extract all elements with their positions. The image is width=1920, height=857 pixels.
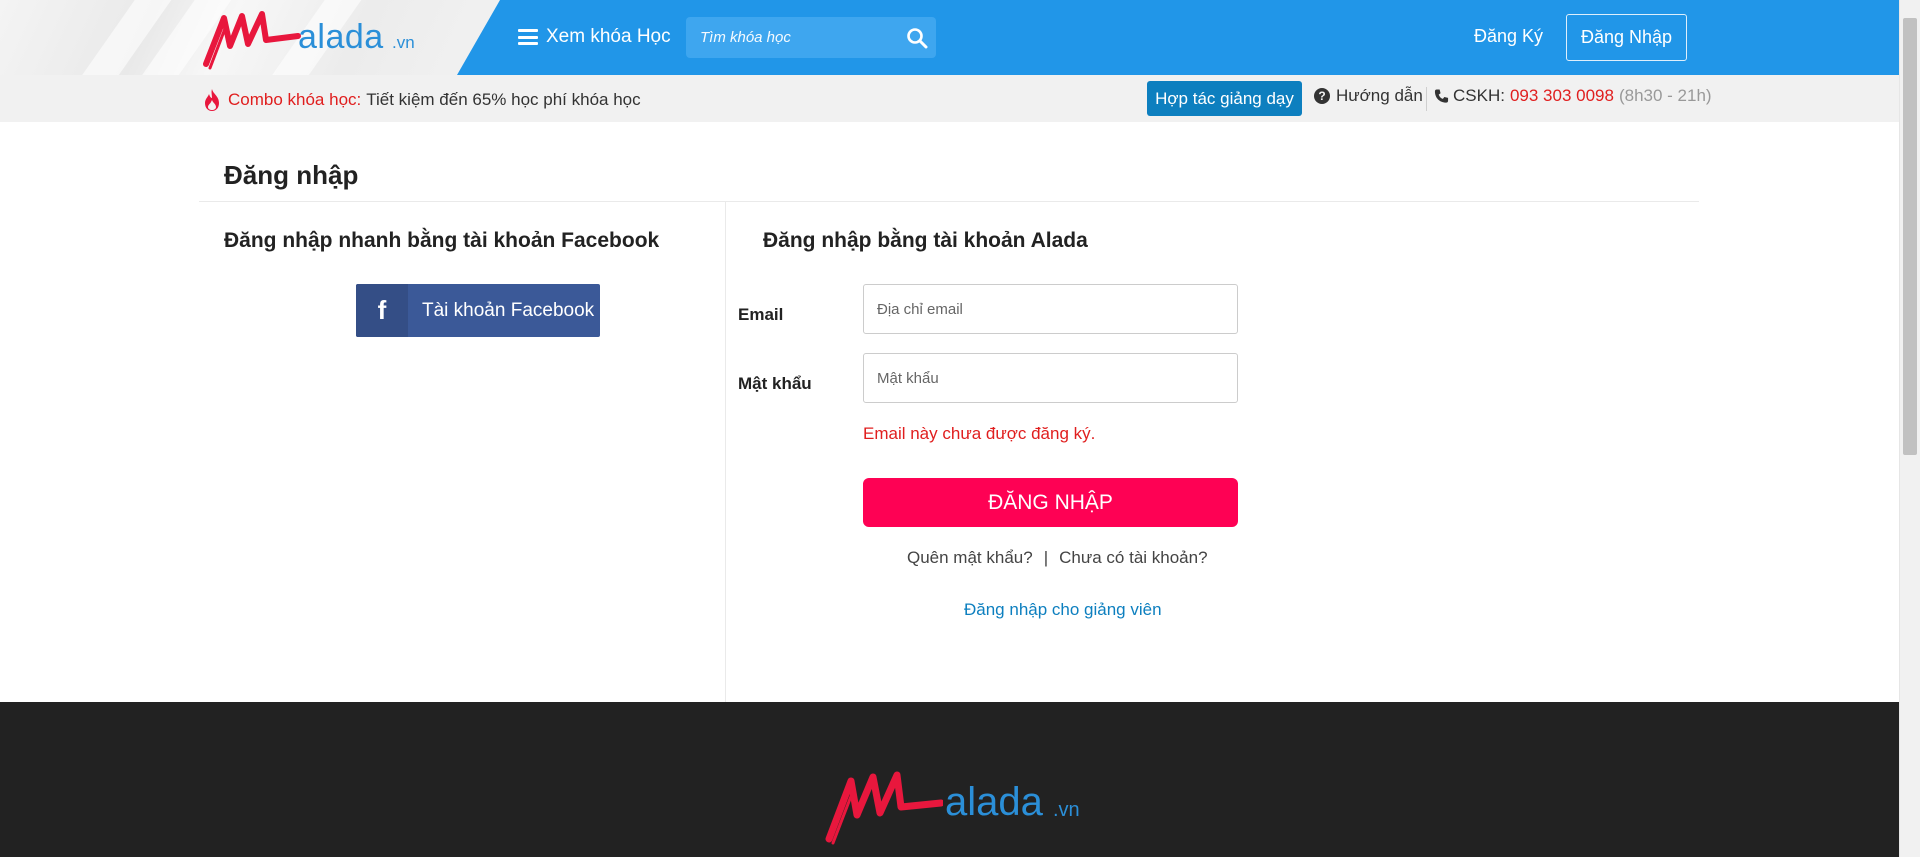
link-separator: | (1043, 548, 1049, 567)
email-field[interactable] (863, 284, 1238, 334)
footer-logo-tld: .vn (1053, 799, 1080, 821)
facebook-button-label: Tài khoản Facebook (422, 299, 595, 321)
search-box (686, 17, 936, 58)
search-icon[interactable] (906, 27, 928, 49)
password-label: Mật khẩu (738, 374, 812, 393)
title-divider (199, 201, 1699, 202)
customer-support: CSKH: 093 303 0098 (8h30 - 21h) (1434, 86, 1712, 106)
combo-promo[interactable]: Combo khóa học: Tiết kiệm đến 65% học ph… (202, 88, 641, 112)
question-circle-icon: ? (1314, 88, 1330, 104)
course-menu-label: Xem khóa Học (546, 26, 671, 47)
page-scrollbar[interactable] (1899, 0, 1920, 857)
login-button[interactable]: Đăng Nhập (1566, 14, 1687, 61)
no-account-link[interactable]: Chưa có tài khoản? (1059, 548, 1207, 568)
login-submit-button[interactable]: ĐĂNG NHẬP (863, 478, 1238, 527)
register-link[interactable]: Đăng Ký (1474, 26, 1543, 47)
column-divider (725, 202, 726, 702)
search-input[interactable] (686, 17, 896, 58)
facebook-login-button[interactable]: f Tài khoản Facebook (356, 284, 600, 337)
promo-text: Tiết kiệm đến 65% học phí khóa học (366, 90, 641, 109)
teacher-login-link[interactable]: Đăng nhập cho giảng viên (964, 600, 1162, 620)
logo-word: alada (298, 18, 384, 56)
guide-label: Hướng dẫn (1336, 86, 1423, 105)
alada-login-title: Đăng nhập bằng tài khoản Alada (763, 229, 1088, 252)
account-links: Quên mật khẩu? | Chưa có tài khoản? (907, 548, 1208, 568)
facebook-icon: f (356, 284, 408, 337)
promo-label: Combo khóa học: (228, 90, 362, 109)
alada-logo[interactable]: alada .vn (202, 6, 422, 70)
support-hours: (8h30 - 21h) (1618, 86, 1712, 105)
email-label: Email (738, 305, 784, 324)
scrollbar-thumb[interactable] (1903, 18, 1917, 455)
facebook-login-title: Đăng nhập nhanh bằng tài khoản Facebook (224, 229, 660, 252)
divider (1426, 87, 1427, 111)
support-phone[interactable]: 093 303 0098 (1510, 86, 1614, 106)
page-title: Đăng nhập (224, 160, 359, 190)
cskh-label: CSKH: (1453, 86, 1505, 105)
logo-mark-icon (203, 11, 301, 70)
footer-logo-word: alada (945, 780, 1043, 824)
password-field[interactable] (863, 353, 1238, 403)
hamburger-icon (518, 29, 538, 45)
guide-link[interactable]: ? Hướng dẫn (1314, 86, 1423, 106)
forgot-password-link[interactable]: Quên mật khẩu? (907, 548, 1033, 568)
footer: alada .vn (0, 702, 1899, 857)
footer-logo[interactable]: alada .vn (823, 765, 1083, 845)
phone-icon (1434, 89, 1449, 103)
logo-tld: .vn (392, 33, 415, 52)
teaching-cooperation-button[interactable]: Hợp tác giảng dạy (1147, 81, 1302, 116)
logo-mark-icon (825, 771, 943, 845)
info-bar: Combo khóa học: Tiết kiệm đến 65% học ph… (0, 75, 1899, 122)
fire-icon (205, 89, 219, 111)
top-navbar: alada .vn Xem khóa Học Đăng Ký Đăng Nhập (0, 0, 1899, 75)
error-message: Email này chưa được đăng ký. (863, 424, 1096, 443)
course-menu-button[interactable]: Xem khóa Học (518, 22, 671, 52)
